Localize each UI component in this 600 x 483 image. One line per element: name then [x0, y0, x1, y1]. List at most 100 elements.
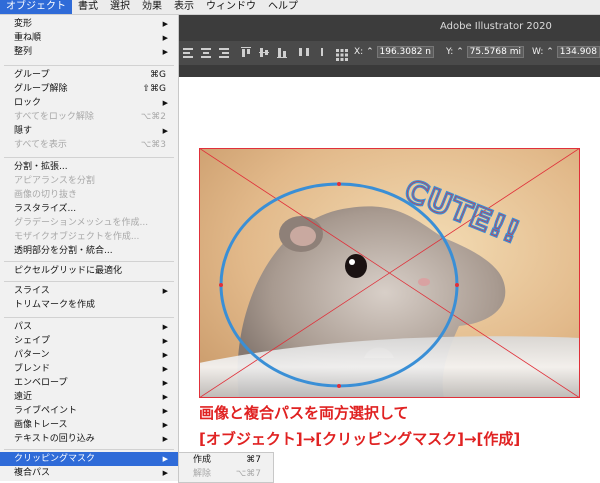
y-value[interactable]: 75.5768 mi — [466, 46, 524, 58]
menu-separator — [4, 65, 174, 66]
menu-item-label: 画像トレース — [14, 420, 68, 430]
menubar-help[interactable]: ヘルプ — [262, 0, 304, 14]
menu-item-gradient-mesh: グラデーションメッシュを作成... — [0, 216, 178, 230]
submenu-item-release: 解除 ⌥⌘7 — [179, 467, 273, 481]
menu-item-shape[interactable]: シェイプ ▶ — [0, 334, 178, 348]
submenu-item-make[interactable]: 作成 ⌘7 — [179, 453, 273, 467]
submenu-arrow-icon: ▶ — [162, 435, 168, 443]
menu-separator — [4, 157, 174, 158]
clipping-mask-submenu: 作成 ⌘7 解除 ⌥⌘7 — [178, 452, 274, 483]
menu-item-blend[interactable]: ブレンド ▶ — [0, 362, 178, 376]
menu-item-path[interactable]: パス ▶ — [0, 320, 178, 334]
y-stepper-icon[interactable]: ⌃ — [456, 47, 464, 57]
w-stepper-icon[interactable]: ⌃ — [546, 47, 554, 57]
menu-item-label: シェイプ — [14, 336, 51, 346]
menu-item-align[interactable]: 整列 ▶ — [0, 45, 178, 59]
menu-item-flatten-transparency[interactable]: 透明部分を分割・統合... — [0, 244, 178, 258]
menu-item-label: 解除 — [193, 469, 212, 479]
app-title-bar: Adobe Illustrator 2020 — [178, 15, 600, 41]
align-right-icon[interactable] — [218, 46, 230, 58]
w-value[interactable]: 134.908 — [556, 46, 600, 58]
menu-item-label: 重ね順 — [14, 33, 42, 43]
menu-item-label: 分割・拡張... — [14, 162, 68, 172]
menu-item-compound-path[interactable]: 複合パス ▶ — [0, 466, 178, 480]
align-left-icon[interactable] — [182, 46, 194, 58]
menubar-window[interactable]: ウィンドウ — [200, 0, 262, 14]
menu-item-live-paint[interactable]: ライブペイント ▶ — [0, 404, 178, 418]
anchor-point[interactable] — [219, 283, 223, 287]
menu-item-label: グループ解除 — [14, 84, 68, 94]
submenu-arrow-icon: ▶ — [162, 20, 168, 28]
menu-item-expand-appearance: アピアランスを分割 — [0, 174, 178, 188]
menu-item-clipping-mask[interactable]: クリッピングマスク ▶ — [0, 452, 178, 466]
menu-item-label: 作成 — [193, 455, 212, 465]
menu-item-crop-image: 画像の切り抜き — [0, 188, 178, 202]
menu-item-label: ラスタライズ... — [14, 204, 77, 214]
menu-item-shortcut: ⌥⌘2 — [140, 112, 166, 122]
menubar-select[interactable]: 選択 — [104, 0, 136, 14]
y-field[interactable]: Y: ⌃ 75.5768 mi — [446, 46, 524, 58]
menu-separator — [4, 261, 174, 262]
menu-item-label: 整列 — [14, 47, 33, 57]
menu-item-transform[interactable]: 変形 ▶ — [0, 17, 178, 31]
menu-item-label: すべてを表示 — [14, 140, 67, 150]
transform-reference-icon[interactable] — [336, 46, 348, 61]
menu-item-image-trace[interactable]: 画像トレース ▶ — [0, 418, 178, 432]
menu-item-arrange[interactable]: 重ね順 ▶ — [0, 31, 178, 45]
menu-item-perspective[interactable]: 遠近 ▶ — [0, 390, 178, 404]
submenu-arrow-icon: ▶ — [162, 407, 168, 415]
menu-item-shortcut: ⇧⌘G — [142, 84, 166, 94]
distribute-center-icon[interactable] — [316, 46, 328, 58]
menu-item-pattern[interactable]: パターン ▶ — [0, 348, 178, 362]
anchor-point[interactable] — [337, 182, 341, 186]
menu-item-label: エンベロープ — [14, 378, 68, 388]
menu-item-text-wrap[interactable]: テキストの回り込み ▶ — [0, 432, 178, 446]
menu-item-lock[interactable]: ロック ▶ — [0, 96, 178, 110]
menu-item-shortcut: ⌘7 — [246, 455, 261, 465]
anchor-point[interactable] — [455, 283, 459, 287]
menu-item-trim-marks[interactable]: トリムマークを作成 — [0, 298, 178, 312]
menu-item-pixel-perfect[interactable]: ピクセルグリッドに最適化 — [0, 264, 178, 278]
menu-item-hide[interactable]: 隠す ▶ — [0, 124, 178, 138]
menu-item-shortcut: ⌥⌘3 — [140, 140, 166, 150]
align-center-icon[interactable] — [200, 46, 212, 58]
menu-item-label: 透明部分を分割・統合... — [14, 246, 113, 256]
hamster-eye — [345, 254, 367, 278]
w-field[interactable]: W: ⌃ 134.908 — [532, 46, 600, 58]
menubar-type[interactable]: 書式 — [72, 0, 104, 14]
menu-item-rasterize[interactable]: ラスタライズ... — [0, 202, 178, 216]
submenu-arrow-icon: ▶ — [162, 351, 168, 359]
distribute-icon[interactable] — [298, 46, 310, 58]
menu-separator — [4, 449, 174, 450]
x-field[interactable]: X: ⌃ 196.3082 n — [354, 46, 435, 58]
x-value[interactable]: 196.3082 n — [376, 46, 435, 58]
menu-item-shortcut: ⌘G — [150, 70, 166, 80]
align-middle-icon[interactable] — [258, 46, 270, 58]
x-stepper-icon[interactable]: ⌃ — [366, 47, 374, 57]
align-bottom-icon[interactable] — [276, 46, 288, 58]
menubar-effect[interactable]: 効果 — [136, 0, 168, 14]
menu-item-label: 画像の切り抜き — [14, 190, 78, 200]
caption-line-2: [オブジェクト]→[クリッピングマスク]→[作成] — [199, 430, 521, 448]
caption-line-1: 画像と複合パスを両方選択して — [199, 404, 409, 422]
menu-item-label: スライス — [14, 286, 50, 296]
hamster-ear-inner — [290, 226, 316, 246]
menu-item-label: パス — [14, 322, 33, 332]
align-top-icon[interactable] — [240, 46, 252, 58]
menu-item-label: パターン — [14, 350, 50, 360]
menu-bar: オブジェクト 書式 選択 効果 表示 ウィンドウ ヘルプ — [0, 0, 600, 15]
menu-item-expand[interactable]: 分割・拡張... — [0, 160, 178, 174]
menu-item-slice[interactable]: スライス ▶ — [0, 284, 178, 298]
menu-item-unlock-all: すべてをロック解除 ⌥⌘2 — [0, 110, 178, 124]
menubar-object[interactable]: オブジェクト — [0, 0, 72, 14]
menu-item-label: ブレンド — [14, 364, 51, 374]
submenu-arrow-icon: ▶ — [162, 287, 168, 295]
anchor-point[interactable] — [337, 384, 341, 388]
submenu-arrow-icon: ▶ — [162, 323, 168, 331]
menubar-view[interactable]: 表示 — [168, 0, 200, 14]
menu-item-label: 遠近 — [14, 392, 33, 402]
menu-item-group[interactable]: グループ ⌘G — [0, 68, 178, 82]
menu-item-ungroup[interactable]: グループ解除 ⇧⌘G — [0, 82, 178, 96]
menu-item-envelope[interactable]: エンベロープ ▶ — [0, 376, 178, 390]
artwork-canvas[interactable]: CUTE!! CUTE!! — [199, 148, 580, 398]
